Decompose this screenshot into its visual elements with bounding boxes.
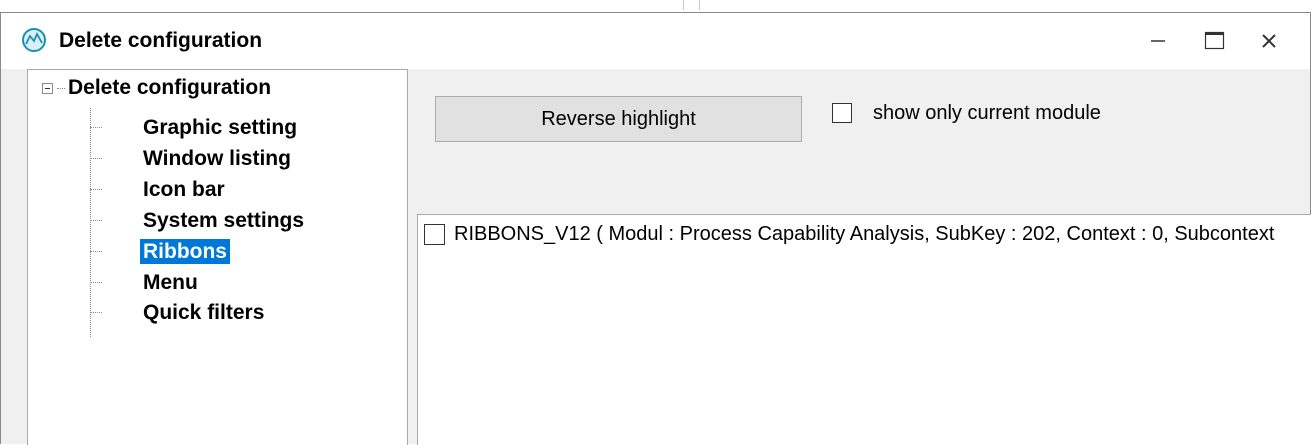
show-only-current-module-checkbox[interactable]: show only current module: [832, 101, 1132, 129]
minimize-button[interactable]: [1143, 27, 1173, 55]
reverse-highlight-button[interactable]: Reverse highlight: [435, 96, 802, 142]
title-bar[interactable]: Delete configuration: [1, 13, 1310, 69]
tree-item-label: Graphic setting: [143, 116, 298, 139]
background-divider: [683, 0, 684, 10]
maximize-icon: [1204, 31, 1225, 50]
configuration-list[interactable]: RIBBONS_V12 ( Modul : Process Capability…: [417, 214, 1311, 445]
tree-item-graphic-setting[interactable]: Graphic setting: [90, 114, 390, 142]
background-divider: [699, 0, 700, 10]
tree-connector: [90, 220, 102, 221]
tree-item-label: Menu: [143, 271, 198, 294]
tree-connector: [90, 189, 102, 190]
tree-item-menu[interactable]: Menu: [90, 269, 390, 297]
tree-item-label: Ribbons: [140, 239, 230, 264]
list-item-label: RIBBONS_V12 ( Modul : Process Capability…: [454, 223, 1275, 245]
tree-connector: [90, 251, 102, 252]
tree-item-quick-filters[interactable]: Quick filters: [90, 299, 390, 327]
tree-connector: [90, 158, 102, 159]
dialog-window: Delete configuration Delete configuratio…: [0, 12, 1311, 445]
tree-root-label: Delete configuration: [68, 76, 272, 99]
collapse-icon[interactable]: [42, 83, 53, 94]
tree-item-label: Icon bar: [143, 178, 225, 201]
minimize-icon: [1151, 40, 1165, 42]
close-button[interactable]: [1254, 27, 1284, 55]
tree-item-ribbons[interactable]: Ribbons: [90, 238, 390, 266]
checkbox-box[interactable]: [832, 103, 852, 123]
configuration-tree[interactable]: Delete configuration Graphic setting Win…: [27, 69, 408, 445]
close-icon: [1262, 34, 1276, 48]
checkbox-label[interactable]: show only current module: [873, 101, 1101, 125]
list-item[interactable]: RIBBONS_V12 ( Modul : Process Capability…: [420, 222, 1311, 250]
tree-item-system-settings[interactable]: System settings: [90, 207, 390, 235]
tree-connector: [90, 282, 102, 283]
tree-connector: [90, 127, 102, 128]
tree-connector: [90, 312, 102, 313]
tree-item-label: System settings: [143, 209, 305, 232]
tree-item-label: Window listing: [143, 147, 291, 170]
list-item-checkbox[interactable]: [424, 224, 445, 245]
maximize-button[interactable]: [1200, 27, 1230, 55]
tree-connector: [57, 88, 65, 89]
tree-item-icon-bar[interactable]: Icon bar: [90, 176, 390, 204]
app-logo-icon: [21, 27, 47, 53]
tree-item-label: Quick filters: [143, 301, 265, 324]
tree-item-window-listing[interactable]: Window listing: [90, 145, 390, 173]
window-title: Delete configuration: [59, 29, 263, 52]
